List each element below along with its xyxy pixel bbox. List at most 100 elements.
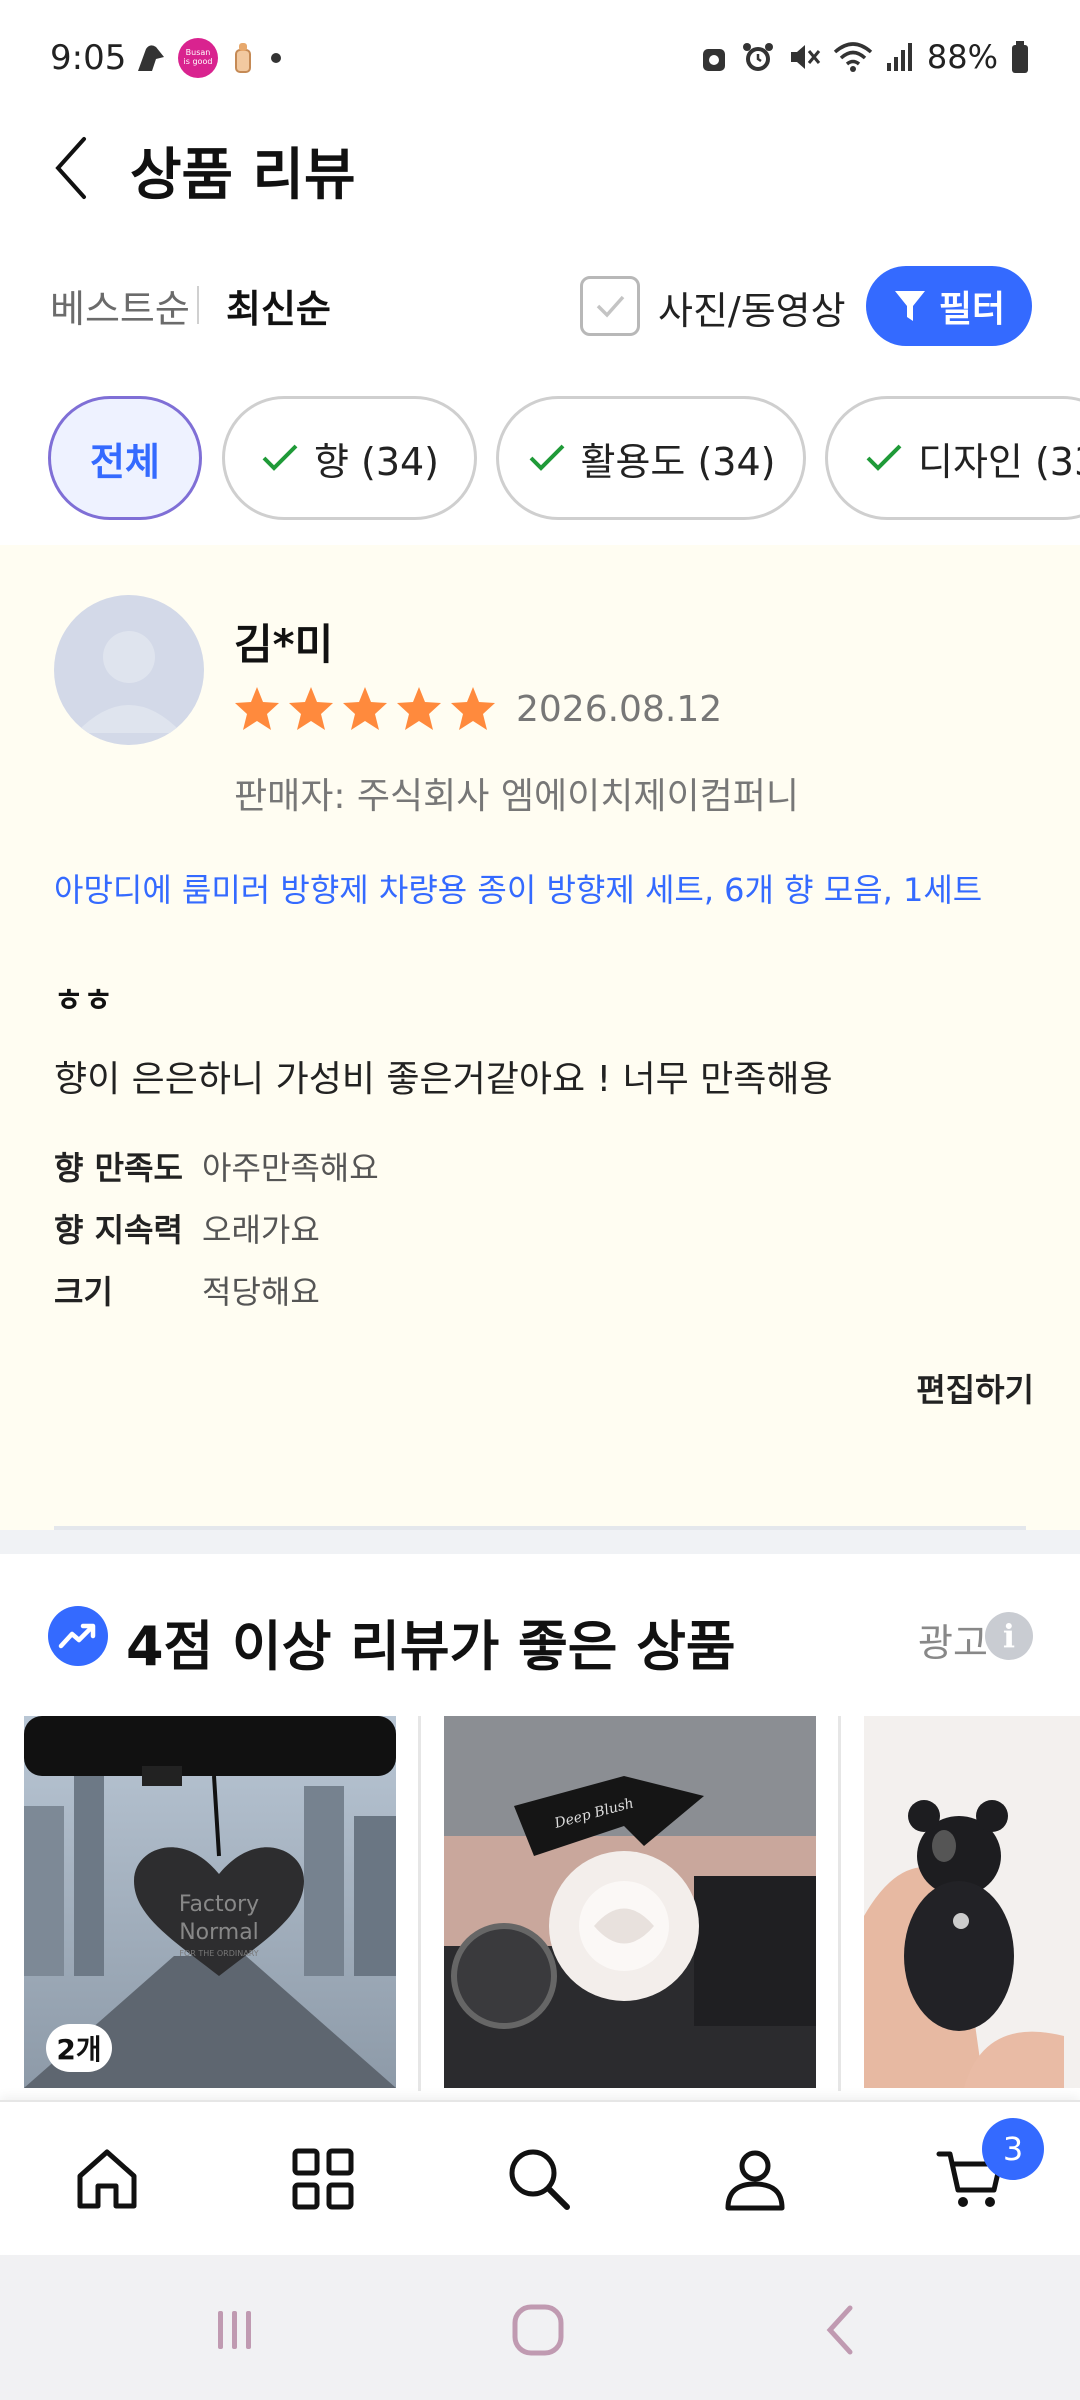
camellia-car-vent-clip-image: Deep Blush xyxy=(444,1716,816,2088)
star-icon xyxy=(397,687,441,730)
reviewed-product-link[interactable]: 아망디에 룸미러 방향제 차량용 종이 방향제 세트, 6개 향 모음, 1세트 xyxy=(54,865,982,911)
nav-search[interactable] xyxy=(494,2134,584,2224)
product-card[interactable]: Factory Normal FOR THE ORDINARY 2개 xyxy=(24,1716,396,2088)
review-attributes: 향 만족도 아주만족해요 향 지속력 오래가요 크기 적당해요 xyxy=(54,1135,379,1321)
search-icon xyxy=(509,2149,570,2210)
trending-up-icon xyxy=(48,1606,108,1666)
wifi-icon xyxy=(833,40,873,74)
info-icon[interactable]: i xyxy=(985,1612,1033,1660)
product-image-text: Factory xyxy=(179,1892,259,1917)
sort-filter-bar: 베스트순 최신순 사진/동영상 필터 xyxy=(0,260,1080,350)
system-back-button[interactable] xyxy=(800,2295,880,2365)
attribute-label: 크기 xyxy=(54,1273,113,1311)
star-rating xyxy=(232,685,498,733)
recommendation-title: 4점 이상 리뷰가 좋은 상품 xyxy=(126,1615,736,1678)
recent-apps-icon xyxy=(218,2311,251,2349)
star-icon xyxy=(289,687,333,730)
system-navigation-bar xyxy=(0,2255,1080,2400)
info-icon-glyph: i xyxy=(1002,1617,1016,1655)
mypage-icon xyxy=(725,2150,785,2211)
star-icon xyxy=(235,687,279,730)
photo-video-checkbox[interactable] xyxy=(580,276,640,336)
recommendation-header: 4점 이상 리뷰가 좋은 상품 광고 i xyxy=(0,1590,1080,1680)
status-system-icons: 88% xyxy=(699,38,1030,76)
bottom-navigation xyxy=(0,2100,1080,2255)
back-chevron-icon xyxy=(826,2305,853,2355)
cart-count-badge: 3 xyxy=(982,2118,1044,2180)
nav-home[interactable] xyxy=(62,2134,152,2224)
sort-divider xyxy=(197,286,199,324)
home-circle-icon xyxy=(512,2304,564,2356)
user-silhouette-icon xyxy=(76,631,182,733)
header: 상품 리뷰 xyxy=(0,110,1080,220)
nav-mypage[interactable] xyxy=(710,2134,800,2224)
lock-recorder-icon xyxy=(699,41,729,73)
recent-apps-button[interactable] xyxy=(195,2295,275,2365)
more-notifications-dot xyxy=(268,50,284,66)
busan-is-good-text: Busan is good xyxy=(183,48,213,66)
home-icon xyxy=(77,2149,137,2209)
black-bear-figurine-image xyxy=(864,1716,1080,2088)
sort-latest-button[interactable]: 최신순 xyxy=(226,278,331,333)
attribute-value: 적당해요 xyxy=(202,1273,320,1311)
product-card[interactable]: Deep Blush xyxy=(444,1716,816,2088)
home-button[interactable] xyxy=(498,2295,578,2365)
chip-label: 디자인 (33 xyxy=(918,439,1080,484)
chip-all[interactable]: 전체 xyxy=(48,396,202,520)
card-separator xyxy=(418,1716,421,2091)
notification-app-icon xyxy=(134,41,168,75)
edit-review-button[interactable]: 편집하기 xyxy=(916,1365,1034,1411)
product-image-text: FOR THE ORDINARY xyxy=(179,1949,258,1958)
attribute-row: 향 만족도 아주만족해요 xyxy=(54,1135,379,1197)
review-date: 2026.08.12 xyxy=(516,689,723,730)
baby-bottle-icon xyxy=(228,40,258,76)
attribute-label: 향 지속력 xyxy=(54,1211,183,1249)
signal-icon xyxy=(885,41,915,73)
recommended-products: Factory Normal FOR THE ORDINARY 2개 Deep … xyxy=(0,1716,1080,2091)
mute-icon xyxy=(787,40,821,74)
section-divider xyxy=(0,1530,1080,1554)
page-title: 상품 리뷰 xyxy=(130,143,356,208)
status-bar: 9:05 Busan is good 88% xyxy=(0,0,1080,120)
product-image-text: Normal xyxy=(179,1920,259,1945)
photo-video-label[interactable]: 사진/동영상 xyxy=(658,280,846,335)
nav-category[interactable] xyxy=(278,2134,368,2224)
funnel-icon xyxy=(894,291,925,321)
chip-design[interactable]: 디자인 (33 xyxy=(825,396,1080,520)
check-icon xyxy=(864,442,904,474)
quantity-badge: 2개 xyxy=(46,2024,112,2072)
reviewer-name: 김*미 xyxy=(234,620,334,669)
chip-usability[interactable]: 활용도 (34) xyxy=(496,396,806,520)
attribute-value: 오래가요 xyxy=(202,1211,320,1249)
filter-button[interactable]: 필터 xyxy=(866,266,1032,346)
status-notifications: Busan is good xyxy=(134,38,284,78)
busan-is-good-icon: Busan is good xyxy=(178,38,218,78)
chip-label: 전체 xyxy=(90,439,160,484)
battery-percent: 88% xyxy=(926,38,998,76)
status-time: 9:05 xyxy=(50,38,127,78)
product-card[interactable] xyxy=(864,1716,1080,2088)
filter-label: 필터 xyxy=(938,289,1006,330)
ad-label: 광고 xyxy=(918,1621,988,1665)
attribute-row: 향 지속력 오래가요 xyxy=(54,1197,379,1259)
card-separator xyxy=(838,1716,841,2091)
star-icon xyxy=(451,687,495,730)
category-icon xyxy=(292,2148,354,2210)
check-icon xyxy=(260,442,300,474)
sort-best-button[interactable]: 베스트순 xyxy=(50,278,190,333)
review-card: 김*미 2026.08.12 판매자: 주식회사 엠에이치제이컴퍼니 아망디에 … xyxy=(0,545,1080,1530)
attribute-row: 크기 적당해요 xyxy=(54,1259,379,1321)
back-button[interactable] xyxy=(40,128,100,208)
check-icon xyxy=(527,442,567,474)
alarm-icon xyxy=(741,40,775,74)
chip-scent[interactable]: 향 (34) xyxy=(222,396,477,520)
battery-icon xyxy=(1010,40,1030,74)
attribute-value: 아주만족해요 xyxy=(202,1149,379,1187)
star-icon xyxy=(343,687,387,730)
keyword-chips: 전체 향 (34) 활용도 (34) 디자인 (33 xyxy=(0,392,1080,522)
seller-name: 판매자: 주식회사 엠에이치제이컴퍼니 xyxy=(234,776,799,817)
review-body: 향이 은은하니 가성비 좋은거같아요 ! 너무 만족해용 xyxy=(54,1059,833,1100)
check-icon xyxy=(596,295,625,318)
chip-label: 향 (34) xyxy=(313,439,440,484)
avatar xyxy=(54,595,204,745)
